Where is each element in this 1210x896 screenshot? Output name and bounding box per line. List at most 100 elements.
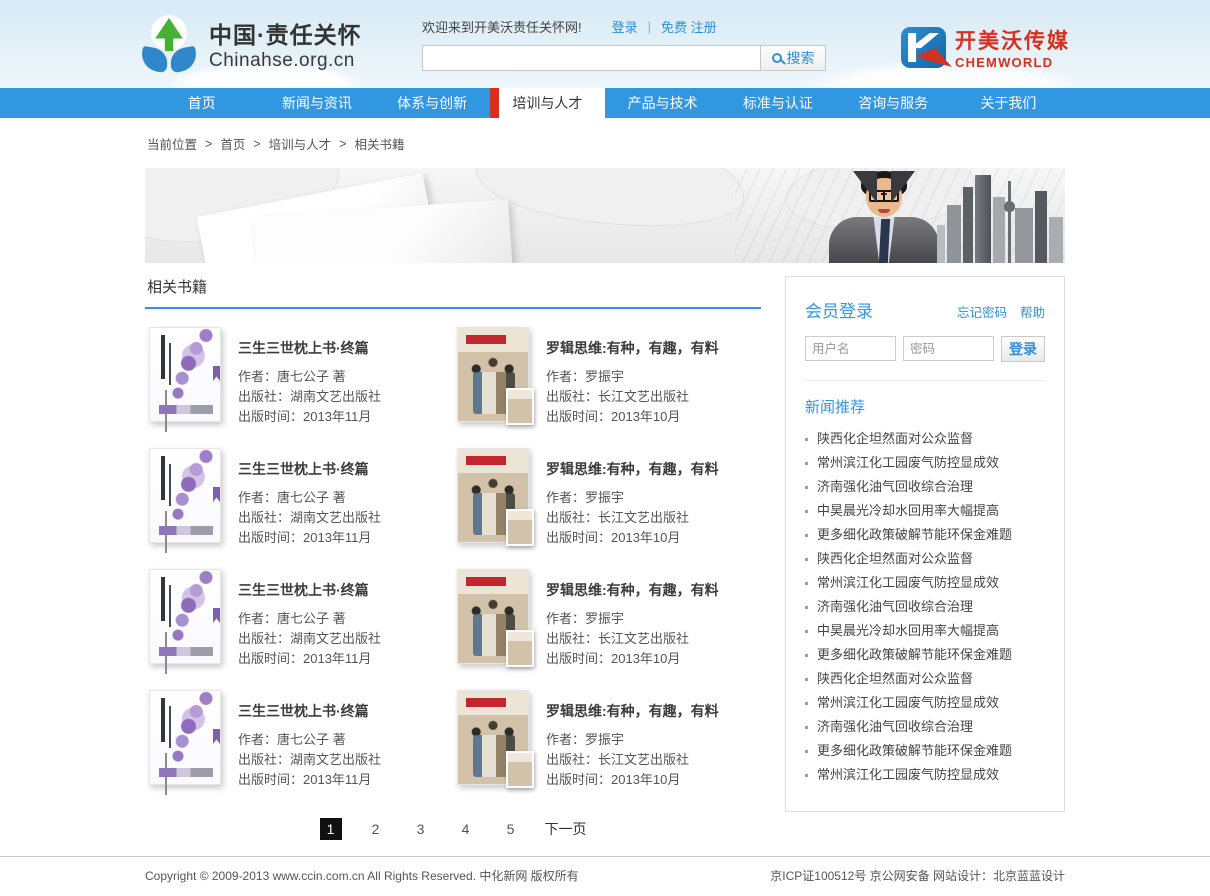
book-list-item: 三生三世枕上书·终篇 作者：唐七公子 著 出版社：湖南文艺出版社 出版时间：20… [145, 569, 453, 669]
breadcrumb-link-home[interactable]: 首页 [220, 134, 245, 153]
book-cover-image[interactable] [457, 690, 529, 785]
pagination-page-3[interactable]: 3 [410, 818, 432, 840]
book-cover-image[interactable] [149, 448, 221, 543]
forgot-password-link[interactable]: 忘记密码 [957, 302, 1007, 321]
bullet-icon [805, 486, 808, 489]
news-item-link[interactable]: 济南强化油气回收综合治理 [817, 715, 973, 739]
search-button-label: 搜索 [787, 48, 815, 68]
main-nav: 首页 新闻与资讯 体系与创新 培训与人才 产品与技术 标准与认证 咨询与服务 关… [0, 88, 1210, 118]
skyline-bar [1049, 217, 1063, 263]
suit-lapel [853, 171, 877, 203]
news-item-link[interactable]: 常州滨江化工园废气防控显成效 [817, 763, 999, 787]
nav-item-about[interactable]: 关于我们 [951, 88, 1066, 118]
news-list-item: 常州滨江化工园废气防控显成效 [805, 571, 1045, 595]
book-title-link[interactable]: 罗辑思维:有种，有趣，有料 [546, 701, 719, 721]
book-title-link[interactable]: 三生三世枕上书·终篇 [238, 701, 381, 721]
pagination-page-1[interactable]: 1 [320, 818, 342, 840]
book-title-link[interactable]: 罗辑思维:有种，有趣，有料 [546, 338, 719, 358]
book-publisher: 出版社：湖南文艺出版社 [238, 387, 381, 407]
book-cover-image[interactable] [457, 448, 529, 543]
nav-item-system[interactable]: 体系与创新 [375, 88, 490, 118]
register-link[interactable]: 免费 注册 [661, 17, 717, 36]
news-item-link[interactable]: 济南强化油气回收综合治理 [817, 595, 973, 619]
site-logo[interactable]: 中国·责任关怀 Chinahse.org.cn [140, 15, 398, 73]
news-item-link[interactable]: 更多细化政策破解节能环保金难题 [817, 739, 1012, 763]
news-item-link[interactable]: 更多细化政策破解节能环保金难题 [817, 643, 1012, 667]
book-title-link[interactable]: 三生三世枕上书·终篇 [238, 580, 381, 600]
skyline-bar [937, 225, 945, 263]
news-list-item: 更多细化政策破解节能环保金难题 [805, 523, 1045, 547]
book-cover-image[interactable] [457, 569, 529, 664]
brand-text: 中国·责任关怀 Chinahse.org.cn [209, 16, 362, 72]
header-inner: 中国·责任关怀 Chinahse.org.cn 欢迎来到开美沃责任关怀网! 登录… [140, 0, 1070, 88]
news-item-link[interactable]: 更多细化政策破解节能环保金难题 [817, 523, 1012, 547]
nav-item-home[interactable]: 首页 [144, 88, 259, 118]
news-section-title: 新闻推荐 [805, 396, 1045, 417]
news-item-link[interactable]: 中昊晨光冷却水回用率大幅提高 [817, 499, 999, 523]
login-header: 会员登录 忘记密码 帮助 [805, 297, 1045, 322]
bullet-icon [805, 702, 808, 705]
nav-item-training[interactable]: 培训与人才 [490, 88, 605, 118]
login-link[interactable]: 登录 [612, 17, 638, 36]
pagination-page-2[interactable]: 2 [365, 818, 387, 840]
nav-item-news[interactable]: 新闻与资讯 [259, 88, 374, 118]
book-cover-image[interactable] [457, 327, 529, 422]
search-input[interactable] [422, 45, 760, 71]
news-item-link[interactable]: 陕西化企坦然面对公众监督 [817, 427, 973, 451]
bullet-icon [805, 534, 808, 537]
nav-item-home-label: 首页 [188, 93, 216, 113]
nav-item-standards[interactable]: 标准与认证 [720, 88, 835, 118]
nav-item-products[interactable]: 产品与技术 [605, 88, 720, 118]
news-item-link[interactable]: 常州滨江化工园废气防控显成效 [817, 571, 999, 595]
book-cover-image[interactable] [149, 569, 221, 664]
breadcrumb-link-books[interactable]: 相关书籍 [354, 134, 404, 153]
breadcrumb: 当前位置 > 首页 > 培训与人才 > 相关书籍 [145, 118, 1065, 166]
bullet-icon [805, 558, 808, 561]
help-link[interactable]: 帮助 [1020, 302, 1045, 321]
businessman-photo [825, 171, 943, 263]
book-cover-image[interactable] [149, 327, 221, 422]
bullet-icon [805, 510, 808, 513]
pagination: 1 2 3 4 5 下一页 [145, 818, 761, 840]
login-button[interactable]: 登录 [1001, 336, 1045, 362]
book-info: 三生三世枕上书·终篇 作者：唐七公子 著 出版社：湖南文艺出版社 出版时间：20… [238, 448, 381, 548]
password-field[interactable] [903, 336, 994, 361]
book-list-item: 罗辑思维:有种，有趣，有料 作者：罗振宇 出版社：长江文艺出版社 出版时间：20… [453, 448, 761, 548]
news-item-link[interactable]: 陕西化企坦然面对公众监督 [817, 547, 973, 571]
book-title-link[interactable]: 罗辑思维:有种，有趣，有料 [546, 459, 719, 479]
cover-decor [213, 608, 220, 623]
book-title-link[interactable]: 罗辑思维:有种，有趣，有料 [546, 580, 719, 600]
breadcrumb-link-training[interactable]: 培训与人才 [269, 134, 332, 153]
login-title: 会员登录 [805, 297, 873, 322]
nav-item-consulting[interactable]: 咨询与服务 [836, 88, 951, 118]
page-title: 相关书籍 [145, 276, 761, 309]
book-title-link[interactable]: 三生三世枕上书·终篇 [238, 459, 381, 479]
news-item-link[interactable]: 常州滨江化工园废气防控显成效 [817, 451, 999, 475]
pagination-next-button[interactable]: 下一页 [545, 819, 587, 839]
book-list-item: 三生三世枕上书·终篇 作者：唐七公子 著 出版社：湖南文艺出版社 出版时间：20… [145, 448, 453, 548]
pagination-page-5[interactable]: 5 [500, 818, 522, 840]
username-field[interactable] [805, 336, 896, 361]
nav-item-consulting-label: 咨询与服务 [858, 93, 928, 113]
book-list-item: 三生三世枕上书·终篇 作者：唐七公子 著 出版社：湖南文艺出版社 出版时间：20… [145, 690, 453, 790]
book-list-section: 相关书籍 三生三世枕上书·终篇 作者：唐七公子 著 出版社：湖南文艺出版社 出版… [145, 276, 761, 840]
k-swoosh [916, 48, 952, 67]
book-title-link[interactable]: 三生三世枕上书·终篇 [238, 338, 381, 358]
book-date: 出版时间：2013年11月 [238, 528, 381, 548]
news-item-link[interactable]: 中昊晨光冷却水回用率大幅提高 [817, 619, 999, 643]
active-tab-marker [490, 88, 499, 118]
search-button[interactable]: 搜索 [760, 45, 826, 71]
bullet-icon [805, 630, 808, 633]
book-grid: 三生三世枕上书·终篇 作者：唐七公子 著 出版社：湖南文艺出版社 出版时间：20… [145, 309, 761, 811]
news-item-link[interactable]: 常州滨江化工园废气防控显成效 [817, 691, 999, 715]
book-info: 三生三世枕上书·终篇 作者：唐七公子 著 出版社：湖南文艺出版社 出版时间：20… [238, 327, 381, 427]
book-cover-image[interactable] [149, 690, 221, 785]
bullet-icon [805, 750, 808, 753]
pagination-page-4[interactable]: 4 [455, 818, 477, 840]
skyline-bar [1015, 208, 1033, 263]
news-item-link[interactable]: 陕西化企坦然面对公众监督 [817, 667, 973, 691]
book-info: 三生三世枕上书·终篇 作者：唐七公子 著 出版社：湖南文艺出版社 出版时间：20… [238, 690, 381, 790]
search-icon [772, 53, 782, 63]
news-item-link[interactable]: 济南强化油气回收综合治理 [817, 475, 973, 499]
book-date: 出版时间：2013年11月 [238, 770, 381, 790]
